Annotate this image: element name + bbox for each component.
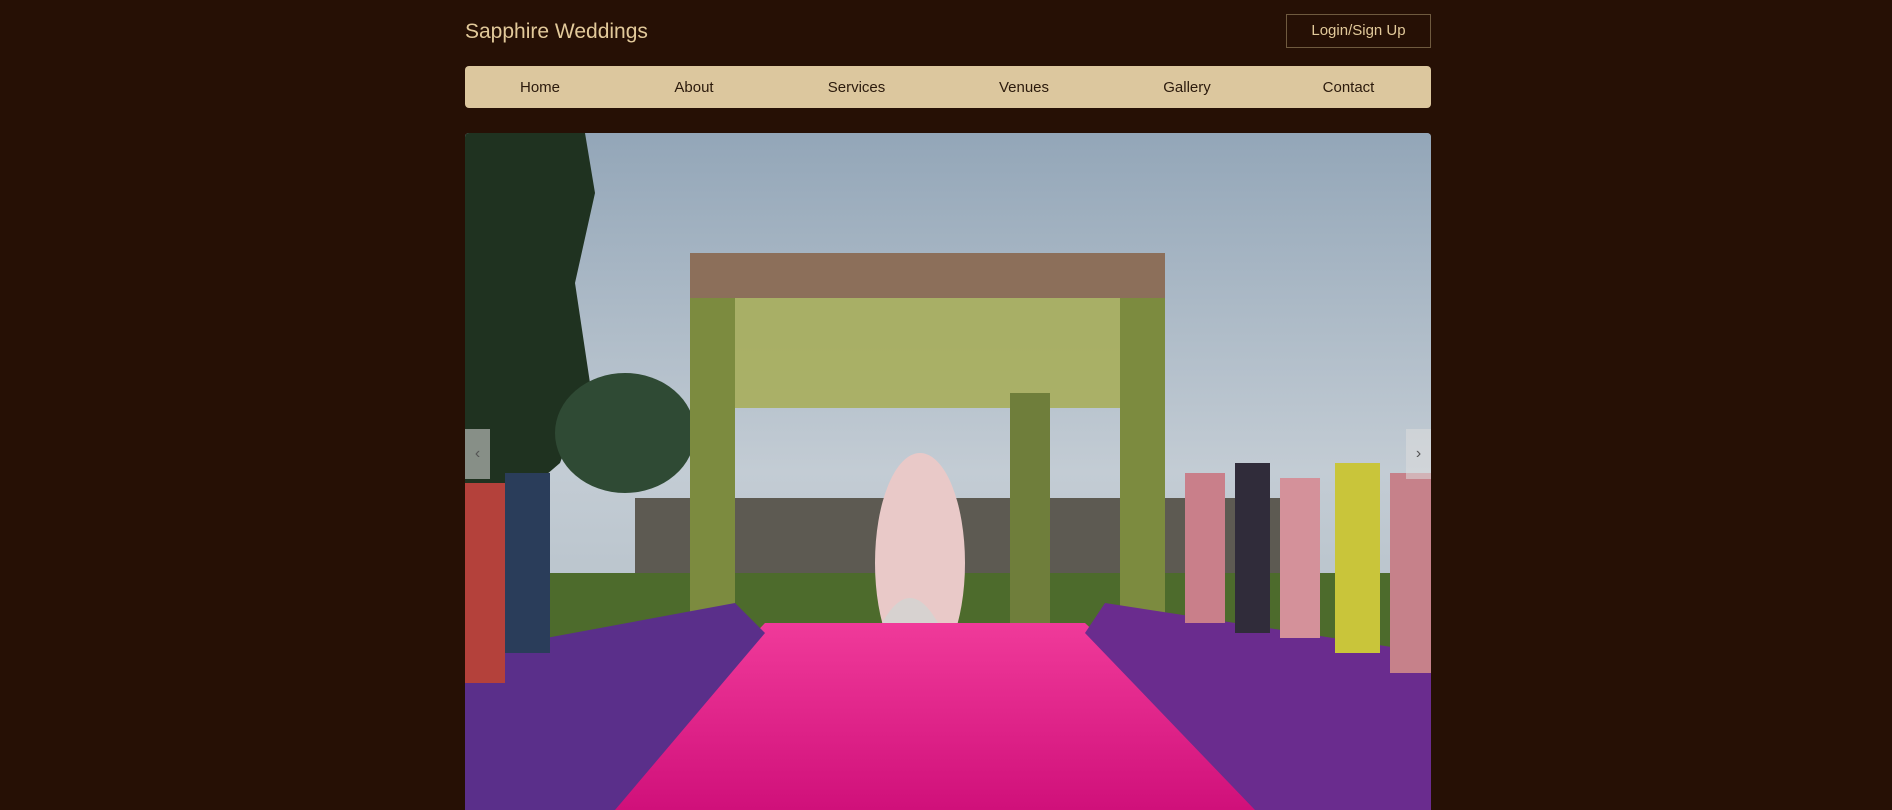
nav-item-about[interactable]: About <box>615 79 773 96</box>
slider-prev-button[interactable]: ‹ <box>465 429 490 479</box>
hero-image <box>465 133 1431 810</box>
nav-item-home[interactable]: Home <box>465 79 615 96</box>
header: Sapphire Weddings Login/Sign Up <box>465 14 1431 50</box>
login-signup-button[interactable]: Login/Sign Up <box>1286 14 1431 48</box>
chevron-right-icon: › <box>1415 445 1422 462</box>
nav-item-services[interactable]: Services <box>773 79 940 96</box>
brand-title[interactable]: Sapphire Weddings <box>465 20 648 44</box>
main-nav: Home About Services Venues Gallery Conta… <box>465 66 1431 108</box>
nav-item-venues[interactable]: Venues <box>940 79 1108 96</box>
slider-next-button[interactable]: › <box>1406 429 1431 479</box>
hero-slider: ‹ › <box>465 133 1431 810</box>
nav-item-contact[interactable]: Contact <box>1266 79 1431 96</box>
nav-item-gallery[interactable]: Gallery <box>1108 79 1266 96</box>
chevron-left-icon: ‹ <box>474 445 481 462</box>
